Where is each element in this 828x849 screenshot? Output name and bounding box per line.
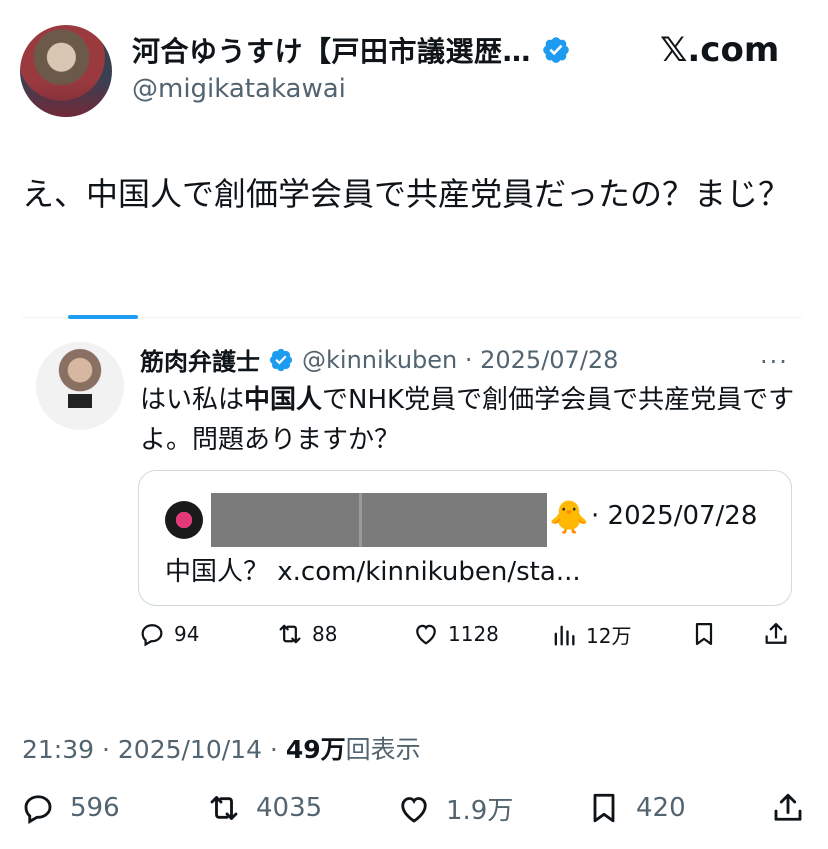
repost-button[interactable]: 4035: [206, 790, 322, 826]
repost-count: 4035: [256, 793, 323, 823]
author-display-name[interactable]: 河合ゆうすけ【戸田市議選歴…: [132, 30, 531, 70]
reply-text: はい私は中国人でNHK党員で創価学会員で共産党員ですよ。問題ありますか？: [140, 380, 800, 460]
like-button[interactable]: 1.9万: [396, 790, 513, 827]
redacted-author-name: [211, 493, 547, 547]
bookmark-icon: [695, 622, 713, 646]
author-avatar[interactable]: [20, 25, 112, 117]
share-icon: [774, 793, 802, 821]
reply-count: 596: [70, 793, 120, 823]
verified-badge-icon: [269, 348, 293, 371]
reply-action-likes[interactable]: 1128: [412, 620, 499, 648]
author-handle[interactable]: @migikatakawai: [132, 74, 346, 104]
bookmark-icon: [593, 793, 615, 823]
tweet-text: え、中国人で創価学会員で共産党員だったの？まじ？: [22, 175, 791, 213]
like-count: 1.9万: [446, 796, 514, 826]
comment-icon: [141, 624, 163, 647]
quoted-tweet-card[interactable]: 🐥 · 2025/07/28 中国人？ x.com/kinnikuben/sta…: [138, 470, 792, 606]
author-name-row: 河合ゆうすけ【戸田市議選歴…: [132, 30, 571, 70]
time-date[interactable]: 21:39 · 2025/10/14 ·: [22, 735, 286, 764]
divider: [22, 317, 802, 318]
tweet-header: 河合ゆうすけ【戸田市議選歴… @migikatakawai 𝕏.com: [0, 0, 828, 130]
reply-action-reposts[interactable]: 88: [276, 620, 337, 648]
views-chart-icon: [554, 625, 575, 645]
like-count: 1128: [448, 622, 499, 646]
x-logo: 𝕏.com: [660, 30, 780, 70]
quoted-tweet-date: · 2025/07/28: [591, 501, 758, 531]
reply-count: 94: [174, 622, 200, 646]
verified-badge-icon: [543, 37, 569, 63]
views-label: 回表示: [345, 735, 421, 764]
share-icon: [765, 622, 787, 644]
thread-accent-line: [68, 315, 138, 319]
heart-icon: [401, 796, 427, 823]
reply-action-replies[interactable]: 94: [138, 620, 199, 648]
reply-action-bar: 94 88 1128 12万: [138, 620, 798, 660]
quoted-tweet-text[interactable]: 中国人？ x.com/kinnikuben/sta...: [165, 551, 581, 588]
reply-author-avatar[interactable]: [36, 342, 124, 430]
reply-name-row: 筋肉弁護士 @kinnikuben · 2025/07/28: [140, 342, 618, 377]
repost-icon: [279, 624, 301, 644]
repost-count: 88: [312, 622, 338, 646]
quoted-author-avatar: [165, 501, 203, 539]
reply-action-views[interactable]: 12万: [550, 620, 631, 649]
reply-button[interactable]: 596: [20, 790, 120, 826]
views-count: 12万: [586, 624, 632, 648]
chick-emoji-icon: 🐥: [549, 498, 589, 536]
views-number: 49万: [285, 735, 346, 764]
heart-icon: [416, 624, 436, 645]
tweet-action-bar: 596 4035 1.9万 420: [0, 790, 828, 844]
reply-author-handle-date[interactable]: @kinnikuben · 2025/07/28: [302, 346, 618, 374]
reply-bookmark-button[interactable]: [690, 620, 718, 648]
reply-share-button[interactable]: [762, 620, 790, 648]
repost-icon: [210, 796, 238, 820]
more-options-icon[interactable]: ···: [760, 348, 789, 376]
bookmark-count: 420: [636, 793, 686, 823]
tweet-timestamp: 21:39 · 2025/10/14 · 49万回表示: [22, 730, 421, 766]
reply-text-bold: 中国人: [244, 385, 323, 415]
reply-author-name[interactable]: 筋肉弁護士: [140, 342, 260, 377]
comment-icon: [24, 795, 52, 824]
bookmark-button[interactable]: 420: [586, 790, 686, 826]
reply-text-pre: はい私は: [140, 385, 245, 415]
share-button[interactable]: [770, 790, 806, 826]
